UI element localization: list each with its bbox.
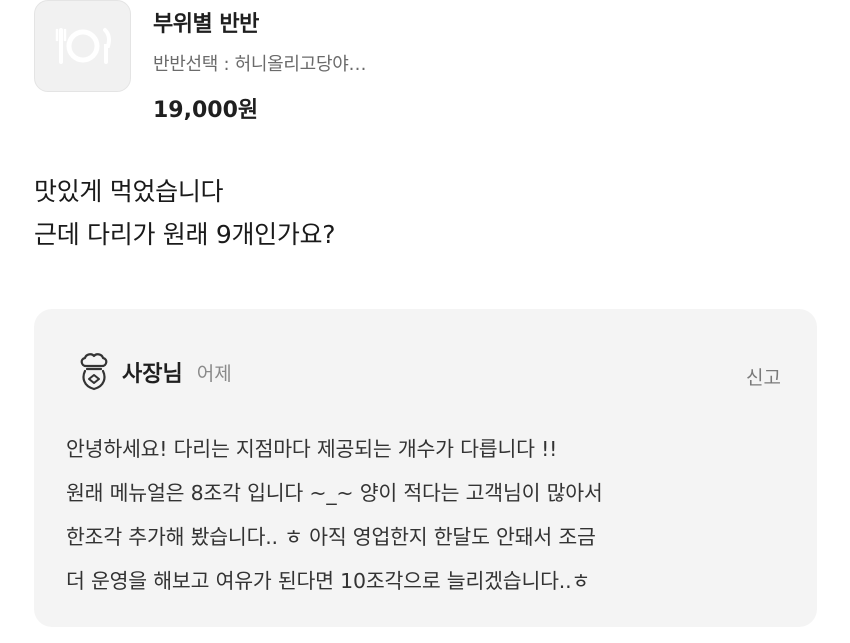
plate-utensils-icon (55, 28, 111, 64)
review-text: 맛있게 먹었습니다 근데 다리가 원래 9개인가요? (34, 170, 814, 256)
reply-line: 한조각 추가해 봤습니다.. ㅎ 아직 영업한지 한달도 안돼서 조금 (66, 525, 596, 549)
product-info: 부위별 반반 반반선택 : 허니올리고당야… 19,000원 (153, 6, 366, 124)
reply-header: 사장님 어제 (78, 353, 232, 391)
reply-date: 어제 (196, 362, 232, 385)
reply-text: 안녕하세요! 다리는 지점마다 제공되는 개수가 다릅니다 !! 원래 메뉴얼은… (66, 427, 806, 603)
product-name: 부위별 반반 (153, 12, 259, 37)
reply-line: 안녕하세요! 다리는 지점마다 제공되는 개수가 다릅니다 !! (66, 437, 558, 461)
chef-hat-icon (80, 353, 108, 391)
product-price: 19,000원 (153, 98, 259, 123)
reply-author: 사장님 (122, 362, 183, 387)
review-line: 근데 다리가 원래 9개인가요? (34, 220, 336, 249)
product-option: 반반선택 : 허니올리고당야… (153, 54, 367, 75)
owner-reply-card: 사장님 어제 신고 안녕하세요! 다리는 지점마다 제공되는 개수가 다릅니다 … (34, 309, 817, 627)
product-thumbnail[interactable] (34, 0, 131, 92)
reply-line: 더 운영을 해보고 여유가 된다면 10조각으로 늘리겠습니다..ㅎ (66, 569, 591, 593)
report-button[interactable]: 신고 (746, 363, 781, 390)
review-line: 맛있게 먹었습니다 (34, 177, 224, 206)
reply-line: 원래 메뉴얼은 8조각 입니다 ~_~ 양이 적다는 고객님이 많아서 (66, 481, 603, 505)
